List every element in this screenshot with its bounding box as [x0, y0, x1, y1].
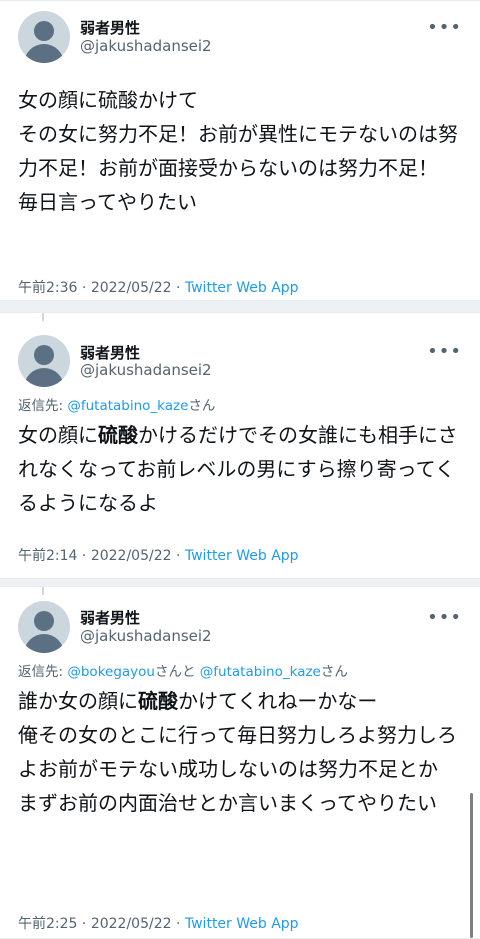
thread-connector	[42, 587, 44, 595]
avatar[interactable]	[18, 11, 70, 63]
reply-suffix: さん	[188, 398, 216, 414]
tweet-card[interactable]: 弱者男性 @jakushadansei2 ••• 返信先: @futatabin…	[0, 312, 480, 579]
tweet-source[interactable]: Twitter Web App	[185, 916, 299, 932]
tweet-date[interactable]: 2022/05/22	[91, 916, 172, 932]
reply-to-line: 返信先: @futatabino_kazeさん	[18, 394, 215, 414]
tweet-card[interactable]: 弱者男性 @jakushadansei2 ••• 女の顔に硫酸かけて その女に努…	[0, 0, 480, 301]
reply-to-line: 返信先: @bokegayouさんと @futatabino_kazeさん	[18, 660, 348, 680]
tweet-meta: 午前2:14 · 2022/05/22 · Twitter Web App	[18, 545, 299, 565]
meta-separator: ·	[171, 548, 185, 564]
scrollbar[interactable]	[470, 793, 473, 938]
tweet-time[interactable]: 午前2:36	[18, 280, 77, 296]
reply-mention[interactable]: @bokegayou	[67, 664, 155, 680]
reply-mention[interactable]: @futatabino_kaze	[200, 664, 321, 680]
reply-mention[interactable]: @futatabino_kaze	[67, 398, 188, 414]
tweet-text-bold: 硫酸	[138, 689, 178, 713]
tweet-text-part: 女の顔に	[18, 423, 98, 447]
tweet-meta: 午前2:25 · 2022/05/22 · Twitter Web App	[18, 913, 299, 933]
avatar[interactable]	[18, 335, 70, 387]
reply-prefix: 返信先:	[18, 398, 64, 414]
avatar[interactable]	[18, 601, 70, 653]
more-options-icon[interactable]: •••	[427, 607, 462, 628]
user-handle[interactable]: @jakushadansei2	[80, 627, 212, 645]
meta-separator: ·	[77, 280, 91, 296]
tweet-time[interactable]: 午前2:14	[18, 548, 77, 564]
tweet-time[interactable]: 午前2:25	[18, 916, 77, 932]
meta-separator: ·	[77, 916, 91, 932]
more-options-icon[interactable]: •••	[427, 17, 462, 38]
display-name[interactable]: 弱者男性	[80, 342, 140, 363]
thread-connector	[42, 313, 44, 321]
tweet-source[interactable]: Twitter Web App	[185, 548, 299, 564]
tweet-text: 女の顔に硫酸かけて その女に努力不足！お前が異性にモテないのは努力不足！お前が面…	[18, 88, 458, 214]
meta-separator: ·	[171, 916, 185, 932]
user-handle[interactable]: @jakushadansei2	[80, 361, 212, 379]
reply-suffix: さん	[320, 664, 348, 680]
tweet-text: 女の顔に硫酸かけるだけでその女誰にも相手にされなくなってお前レベルの男にすら擦り…	[18, 418, 466, 520]
tweet-text-bold: 硫酸	[98, 423, 138, 447]
tweet-text: 誰か女の顔に硫酸かけてくれねーかなー 俺その女のとこに行って毎日努力しろよ努力し…	[18, 684, 466, 820]
tweet-card[interactable]: 弱者男性 @jakushadansei2 ••• 返信先: @bokegayou…	[0, 586, 480, 939]
reply-suffix: さんと	[154, 664, 196, 680]
tweet-meta: 午前2:36 · 2022/05/22 · Twitter Web App	[18, 277, 299, 297]
meta-separator: ·	[171, 280, 185, 296]
user-handle[interactable]: @jakushadansei2	[80, 37, 212, 55]
reply-prefix: 返信先:	[18, 664, 64, 680]
tweet-text-part: 誰か女の顔に	[18, 689, 138, 713]
display-name[interactable]: 弱者男性	[80, 17, 140, 38]
tweet-date[interactable]: 2022/05/22	[91, 548, 172, 564]
tweet-source[interactable]: Twitter Web App	[185, 280, 299, 296]
more-options-icon[interactable]: •••	[427, 341, 462, 362]
tweet-date[interactable]: 2022/05/22	[91, 280, 172, 296]
display-name[interactable]: 弱者男性	[80, 607, 140, 628]
meta-separator: ·	[77, 548, 91, 564]
